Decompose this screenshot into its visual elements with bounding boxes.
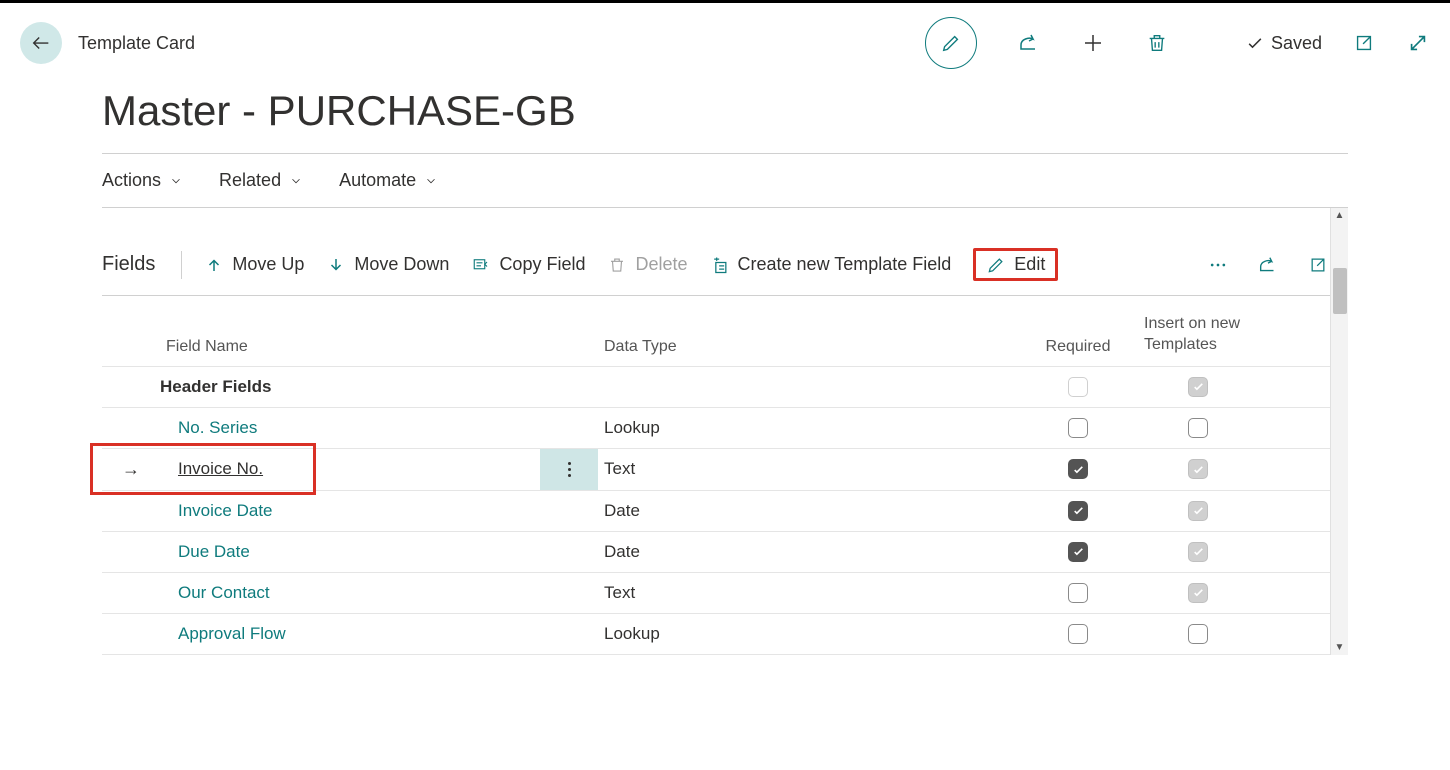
delete-field-button: Delete xyxy=(607,254,687,275)
data-type-cell: Text xyxy=(598,575,1018,611)
data-type-cell: Date xyxy=(598,493,1018,529)
checkbox[interactable] xyxy=(1188,624,1208,644)
share-button[interactable] xyxy=(1017,31,1041,55)
menu-related[interactable]: Related xyxy=(219,170,303,191)
expand-button[interactable] xyxy=(1406,31,1430,55)
delete-page-button[interactable] xyxy=(1145,31,1169,55)
chevron-down-icon xyxy=(424,174,438,188)
new-button[interactable] xyxy=(1081,31,1105,55)
field-name-link[interactable]: Invoice No. xyxy=(178,459,263,478)
checkbox[interactable] xyxy=(1068,459,1088,479)
copy-field-button[interactable]: Copy Field xyxy=(471,254,585,275)
field-name-link[interactable]: No. Series xyxy=(178,418,257,437)
column-data-type[interactable]: Data Type xyxy=(598,338,1018,356)
data-type-cell: Lookup xyxy=(598,410,1018,446)
checkbox[interactable] xyxy=(1068,501,1088,521)
group-row[interactable]: Header Fields xyxy=(102,367,1330,408)
fields-section-title: Fields xyxy=(102,253,155,276)
chevron-down-icon xyxy=(169,174,183,188)
field-name-link[interactable]: Invoice Date xyxy=(178,501,273,520)
popout-grid-button[interactable] xyxy=(1306,253,1330,277)
chevron-down-icon xyxy=(289,174,303,188)
popout-button[interactable] xyxy=(1352,31,1376,55)
table-row[interactable]: Approval Flow Lookup xyxy=(102,614,1330,655)
checkbox[interactable] xyxy=(1188,418,1208,438)
saved-label: Saved xyxy=(1271,33,1322,54)
column-insert-on-new[interactable]: Insert on new Templates xyxy=(1138,314,1258,356)
move-up-button[interactable]: Move Up xyxy=(204,254,304,275)
table-row[interactable]: Our Contact Text xyxy=(102,573,1330,614)
scroll-down-icon[interactable]: ▼ xyxy=(1335,640,1345,655)
more-actions-button[interactable] xyxy=(1206,253,1230,277)
checkbox xyxy=(1188,459,1208,479)
table-row[interactable]: Invoice Date Date xyxy=(102,491,1330,532)
table-row[interactable]: No. Series Lookup xyxy=(102,408,1330,449)
checkbox xyxy=(1068,377,1088,397)
checkbox[interactable] xyxy=(1068,583,1088,603)
table-row[interactable]: → Invoice No. Text xyxy=(102,449,1330,491)
checkbox xyxy=(1188,542,1208,562)
checkbox[interactable] xyxy=(1068,418,1088,438)
column-required[interactable]: Required xyxy=(1018,338,1138,356)
scroll-up-icon[interactable]: ▲ xyxy=(1335,208,1345,223)
share-grid-button[interactable] xyxy=(1256,253,1280,277)
data-type-cell: Text xyxy=(598,451,1018,487)
breadcrumb: Template Card xyxy=(78,33,195,54)
field-name-link[interactable]: Due Date xyxy=(178,542,250,561)
edit-field-button[interactable]: Edit xyxy=(973,248,1058,281)
checkbox[interactable] xyxy=(1068,624,1088,644)
menu-actions[interactable]: Actions xyxy=(102,170,183,191)
checkbox xyxy=(1188,377,1208,397)
edit-page-button[interactable] xyxy=(925,17,977,69)
data-type-cell: Lookup xyxy=(598,616,1018,652)
scroll-thumb[interactable] xyxy=(1333,268,1347,314)
vertical-scrollbar[interactable]: ▲ ▼ xyxy=(1330,208,1348,655)
checkbox xyxy=(1188,583,1208,603)
back-button[interactable] xyxy=(20,22,62,64)
field-name-link[interactable]: Approval Flow xyxy=(178,624,286,643)
row-more-button[interactable] xyxy=(540,449,598,490)
column-field-name[interactable]: Field Name xyxy=(160,338,540,356)
checkbox xyxy=(1188,501,1208,521)
row-selector-arrow-icon: → xyxy=(122,459,140,480)
menu-automate[interactable]: Automate xyxy=(339,170,438,191)
data-type-cell xyxy=(598,379,1018,395)
data-type-cell: Date xyxy=(598,534,1018,570)
checkbox[interactable] xyxy=(1068,542,1088,562)
create-template-field-button[interactable]: Create new Template Field xyxy=(710,254,952,275)
page-title: Master - PURCHASE-GB xyxy=(102,83,1348,153)
field-name-link: Header Fields xyxy=(160,377,272,396)
move-down-button[interactable]: Move Down xyxy=(326,254,449,275)
table-row[interactable]: Due Date Date xyxy=(102,532,1330,573)
saved-status: Saved xyxy=(1245,33,1322,54)
field-name-link[interactable]: Our Contact xyxy=(178,583,270,602)
